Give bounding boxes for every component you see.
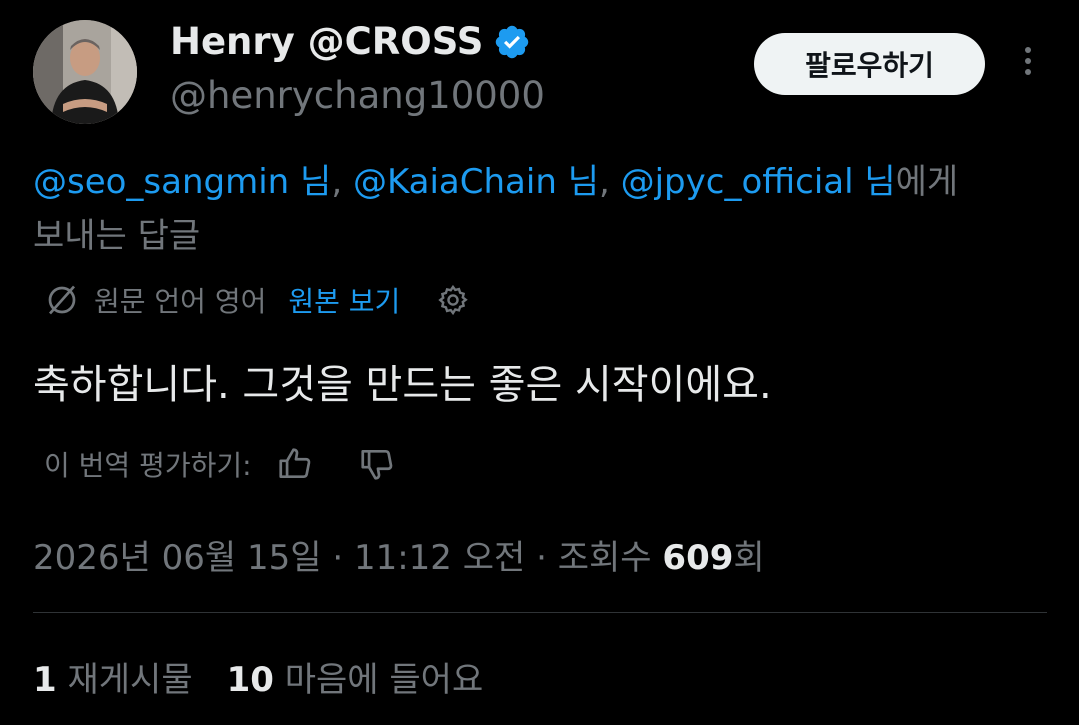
translate-globe-icon [48,285,76,315]
meta-separator: · [321,538,354,578]
translation-rating: 이 번역 평가하기: [44,444,396,484]
rating-label: 이 번역 평가하기: [44,449,252,482]
follow-button[interactable]: 팔로우하기 [754,33,985,95]
tweet-text: 축하합니다. 그것을 만드는 좋은 시작이에요. [33,362,772,408]
mention-separator: , [331,162,353,202]
source-language-label: 원문 언어 영어 [94,285,267,318]
display-name-text: Henry @CROSS [170,20,484,63]
views-label: 조회수 [557,538,663,578]
translation-bar: 원문 언어 영어 원본 보기 [44,280,470,320]
avatar[interactable] [33,20,137,124]
user-handle[interactable]: @henrychang10000 [170,74,545,117]
likes-stat[interactable]: 10 마음에 들어요 [227,660,484,700]
tweet-time[interactable]: 11:12 오전 [354,538,525,578]
reply-label: 보내는 답글 [33,216,201,256]
avatar-image [33,20,137,124]
reply-suffix: 에게 [895,162,959,202]
tweet-meta: 2026년 06월 15일 · 11:12 오전 · 조회수 609회 [33,530,765,579]
mention-link[interactable]: @KaiaChain 님 [353,162,599,202]
meta-separator: · [525,538,558,578]
reply-context: @seo_sangmin 님, @KaiaChain 님, @jpyc_offi… [33,155,1073,263]
likes-count: 10 [226,660,274,700]
divider [33,612,1047,613]
views-count: 609 [662,538,734,578]
mention-link[interactable]: @jpyc_official 님 [621,162,896,202]
mention-link[interactable]: @seo_sangmin 님 [33,162,331,202]
engagement-stats: 1 재게시물 10 마음에 들어요 [33,652,483,701]
view-original-link[interactable]: 원본 보기 [288,280,400,320]
verified-badge-icon [496,25,529,58]
thumbs-down-icon[interactable] [358,445,396,483]
thumbs-up-icon[interactable] [276,445,314,483]
display-name[interactable]: Henry @CROSS [170,20,531,63]
tweet-detail: Henry @CROSS @henrychang10000 팔로우하기 @seo… [0,0,1079,725]
mention-separator: , [598,162,621,202]
more-vertical-icon[interactable] [1010,42,1046,82]
tweet-date[interactable]: 2026년 06월 15일 [33,538,322,578]
reposts-label: 재게시물 [56,660,193,700]
views-suffix: 회 [733,538,765,578]
likes-label: 마음에 들어요 [273,660,484,700]
reposts-stat[interactable]: 1 재게시물 [33,660,193,700]
gear-icon[interactable] [436,283,470,317]
reposts-count: 1 [33,660,57,700]
